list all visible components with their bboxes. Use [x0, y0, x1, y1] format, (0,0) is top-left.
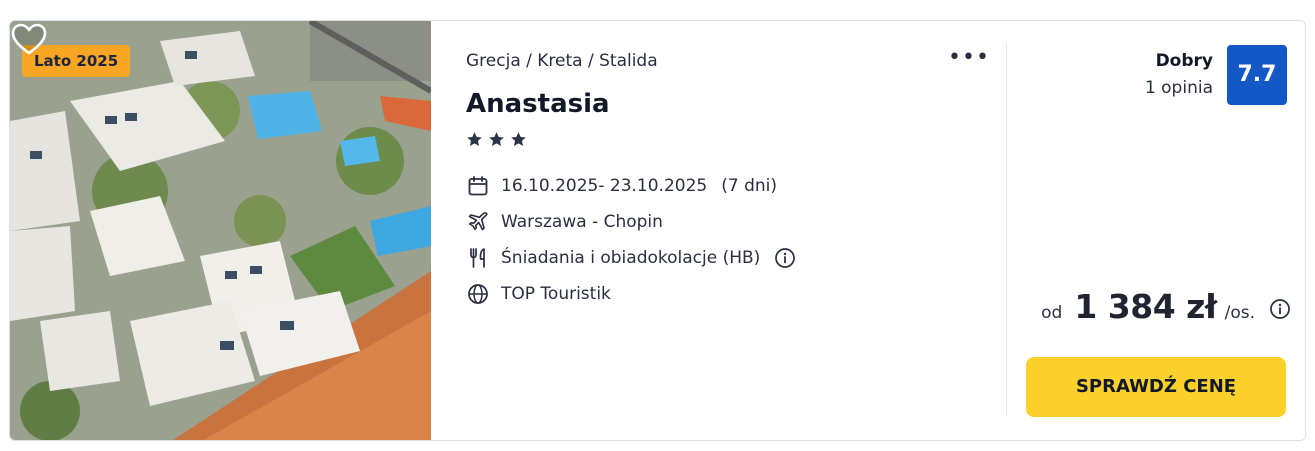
more-horizontal-icon[interactable]: •••: [948, 47, 989, 73]
heart-outline-icon[interactable]: [10, 21, 48, 59]
star-icon: [489, 132, 504, 146]
star-icon: [511, 132, 526, 146]
trip-duration: (7 dni): [721, 176, 777, 196]
rating-score-badge[interactable]: 7.7: [1227, 45, 1287, 105]
board-row: Śniadania i obiadokolacje (HB): [466, 246, 796, 270]
cutlery-icon: [470, 248, 485, 268]
departure-airport: Warszawa - Chopin: [501, 212, 663, 232]
globe-icon: [468, 284, 488, 304]
trip-dates-row: 16.10.2025- 23.10.2025 (7 dni): [466, 174, 777, 198]
rating-label: Dobry: [1155, 51, 1213, 71]
info-icon[interactable]: [1269, 298, 1291, 320]
offer-card[interactable]: Lato 2025 Grecja / Kreta / Stalida ••• A…: [9, 20, 1306, 441]
price-amount: 1 384 zł: [1074, 287, 1217, 326]
calendar-icon: [468, 176, 488, 196]
tour-operator: TOP Touristik: [501, 284, 611, 304]
star-rating: [466, 131, 527, 148]
hotel-name[interactable]: Anastasia: [466, 89, 610, 119]
location-breadcrumb[interactable]: Grecja / Kreta / Stalida: [466, 51, 658, 71]
price-line: od 1 384 zł /os.: [1041, 287, 1291, 326]
price-unit: /os.: [1224, 303, 1255, 323]
trip-dates: 16.10.2025- 23.10.2025: [501, 176, 708, 196]
departure-row: Warszawa - Chopin: [466, 210, 663, 234]
operator-row: TOP Touristik: [466, 282, 611, 306]
check-price-button[interactable]: SPRAWDŹ CENĘ: [1026, 357, 1286, 417]
hotel-photo[interactable]: Lato 2025: [10, 21, 431, 440]
star-icon: [467, 132, 482, 146]
info-icon[interactable]: [774, 247, 796, 269]
price-prefix: od: [1041, 303, 1063, 323]
offer-details: Grecja / Kreta / Stalida ••• Anastasia 1…: [466, 21, 1006, 440]
review-count[interactable]: 1 opinia: [1145, 78, 1213, 98]
aerial-photo-illustration: [10, 21, 431, 440]
column-divider: [1006, 43, 1007, 417]
board-type: Śniadania i obiadokolacje (HB): [501, 248, 761, 268]
airplane-icon: [468, 212, 488, 231]
